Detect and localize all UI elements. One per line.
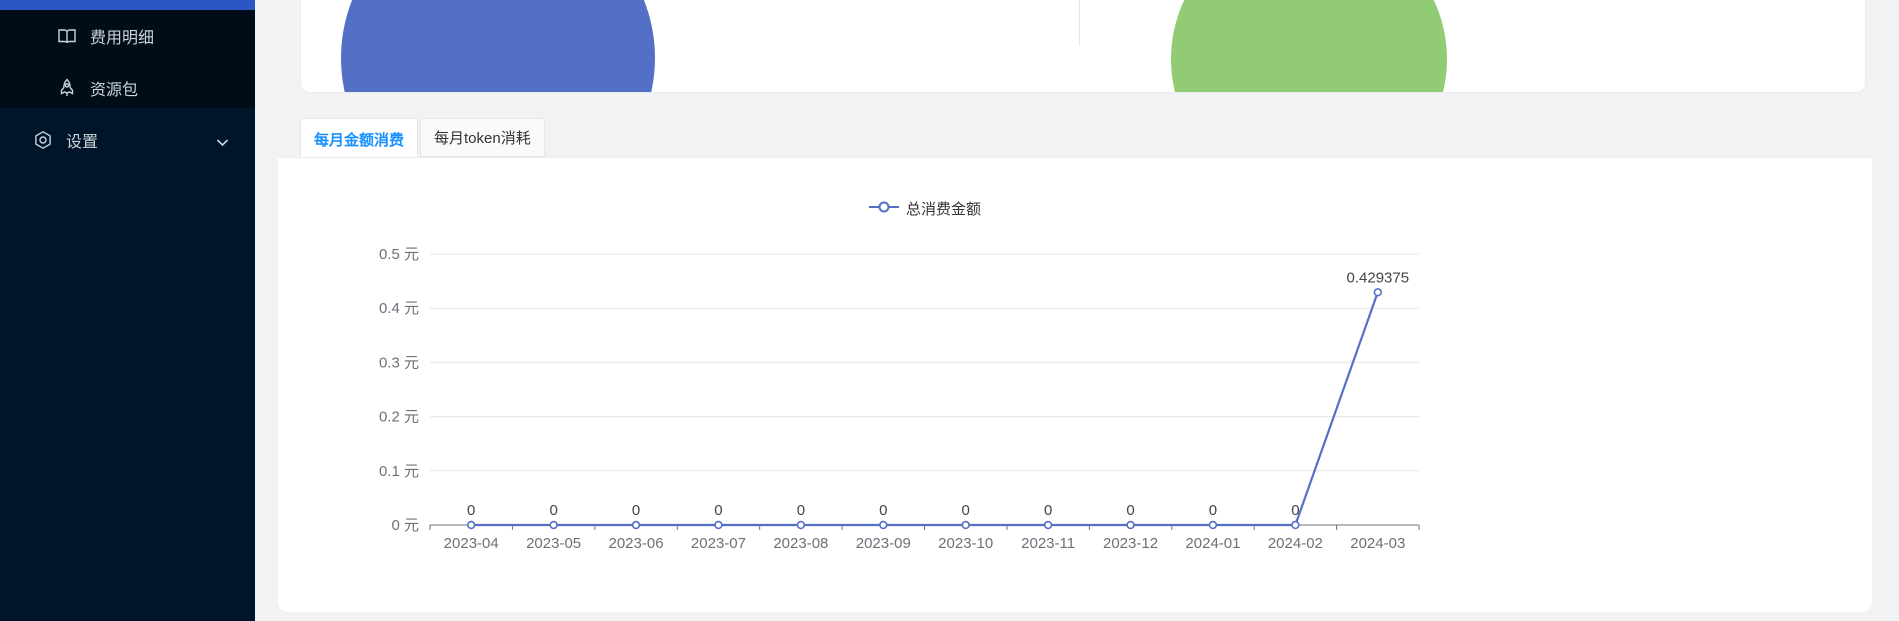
svg-text:2023-09: 2023-09 bbox=[856, 535, 911, 552]
sidebar-item-label: 设置 bbox=[66, 134, 99, 151]
svg-text:0: 0 bbox=[1291, 502, 1299, 519]
svg-text:2023-06: 2023-06 bbox=[609, 535, 664, 552]
svg-text:2023-07: 2023-07 bbox=[691, 535, 746, 552]
rocket-icon bbox=[57, 78, 77, 98]
pie-summary-card bbox=[300, 0, 1866, 93]
svg-text:0: 0 bbox=[549, 502, 557, 519]
svg-text:0.429375: 0.429375 bbox=[1347, 269, 1410, 286]
svg-text:0: 0 bbox=[797, 502, 805, 519]
svg-text:2024-03: 2024-03 bbox=[1350, 535, 1405, 552]
svg-text:2023-10: 2023-10 bbox=[938, 535, 993, 552]
svg-text:2024-01: 2024-01 bbox=[1185, 535, 1240, 552]
svg-text:2023-08: 2023-08 bbox=[773, 535, 828, 552]
account-book-icon bbox=[57, 26, 77, 46]
svg-text:0: 0 bbox=[1209, 502, 1217, 519]
chart-tabs: 每月金额消费 每月token消耗 bbox=[300, 118, 547, 159]
svg-text:0: 0 bbox=[1044, 502, 1052, 519]
svg-text:0.5 元: 0.5 元 bbox=[379, 246, 419, 263]
billing-dashboard-page: { "sidebar": { "items": [ { "label": "费用… bbox=[0, 0, 1899, 621]
svg-text:0: 0 bbox=[962, 502, 970, 519]
svg-text:2023-11: 2023-11 bbox=[1021, 535, 1075, 552]
svg-text:0.1 元: 0.1 元 bbox=[379, 463, 419, 480]
svg-text:0.2 元: 0.2 元 bbox=[379, 409, 419, 426]
svg-text:0.3 元: 0.3 元 bbox=[379, 354, 419, 371]
sidebar-item-label: 费用明细 bbox=[90, 30, 155, 47]
sidebar-item-label: 资源包 bbox=[90, 82, 139, 99]
tab-monthly-token-usage[interactable]: 每月token消耗 bbox=[420, 118, 545, 157]
svg-text:2023-04: 2023-04 bbox=[444, 535, 499, 552]
pie-card-divider bbox=[1079, 0, 1080, 46]
line-chart-svg: 0 元 0.1 元 0.2 元 0.3 元 0.4 元 0.5 元 2023-04 2023-… bbox=[379, 246, 1420, 552]
svg-text:0.4 元: 0.4 元 bbox=[379, 300, 419, 317]
line-chart-card: 总消费金额 0 元 0.1 元 0.2 元 0.3 元 0.4 元 0.5 元 2023-0… bbox=[278, 157, 1872, 612]
pie-chart-blue-slice bbox=[341, 0, 655, 92]
pie-chart-green-slice bbox=[1171, 0, 1447, 92]
sidebar-item-fee-details[interactable]: 费用明细 bbox=[57, 22, 154, 50]
svg-text:0: 0 bbox=[1126, 502, 1134, 519]
svg-text:0: 0 bbox=[714, 502, 722, 519]
tab-monthly-amount-spend[interactable]: 每月金额消费 bbox=[300, 118, 419, 159]
sidebar-item-resource-pack[interactable]: 资源包 bbox=[57, 74, 138, 102]
svg-text:0: 0 bbox=[879, 502, 887, 519]
svg-text:0: 0 bbox=[632, 502, 640, 519]
svg-text:2023-12: 2023-12 bbox=[1103, 535, 1158, 552]
gear-icon bbox=[33, 130, 53, 150]
svg-text:2024-02: 2024-02 bbox=[1268, 535, 1323, 552]
sidebar-item-settings[interactable]: 设置 bbox=[33, 126, 229, 154]
chevron-down-icon bbox=[216, 134, 229, 152]
sidebar: 费用明细 资源包 设置 bbox=[0, 0, 255, 621]
svg-text:0: 0 bbox=[467, 502, 475, 519]
sidebar-selected-item-highlight[interactable] bbox=[0, 0, 255, 10]
svg-text:2023-05: 2023-05 bbox=[526, 535, 581, 552]
svg-text:0 元: 0 元 bbox=[391, 517, 419, 534]
